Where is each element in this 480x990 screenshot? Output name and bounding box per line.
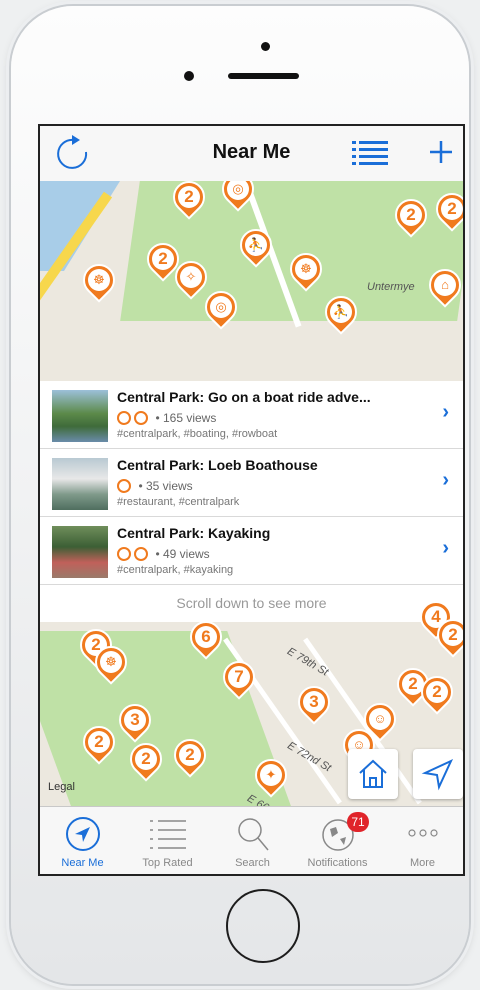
app-screen: Near Me Untermye 2 ◎ 2 2 2 ✧ ⛹ ☸ ☸ ⌂ ⛹ ◎ (38, 124, 465, 876)
front-camera (261, 42, 270, 51)
home-location-button[interactable] (348, 749, 398, 799)
earpiece-speaker (228, 73, 299, 79)
chevron-right-icon: › (442, 401, 449, 423)
navigation-arrow-icon (66, 817, 100, 851)
view-count: • 49 views (155, 546, 210, 561)
proximity-sensor (184, 71, 194, 81)
list-item[interactable]: Central Park: Kayaking • 49 views #centr… (40, 517, 463, 585)
map-label-untermyer: Untermye (367, 281, 415, 293)
tab-label: Near Me (61, 857, 104, 869)
locate-me-button[interactable] (413, 749, 463, 799)
home-button[interactable] (226, 889, 300, 963)
item-tags: #centralpark, #kayaking (117, 564, 234, 576)
house-icon (359, 759, 387, 788)
tab-label: Search (235, 857, 270, 869)
thumbnail-image (52, 458, 108, 510)
notification-badge: 71 (347, 812, 369, 832)
map-label-e72: E 72nd St (285, 739, 334, 775)
view-count: • 35 views (138, 478, 193, 493)
legal-link[interactable]: Legal (48, 781, 75, 793)
chevron-right-icon: › (442, 537, 449, 559)
navigation-bar: Near Me (40, 126, 463, 182)
list-icon (150, 820, 186, 849)
category-icon (117, 410, 131, 425)
tab-near-me[interactable]: Near Me (40, 807, 125, 874)
view-count: • 165 views (155, 410, 217, 425)
thumbnail-image (52, 526, 108, 578)
tab-label: Top Rated (142, 857, 193, 869)
item-meta: • 165 views (117, 409, 216, 425)
item-title: Central Park: Loeb Boathouse (117, 457, 318, 473)
item-meta: • 49 views (117, 545, 210, 561)
thumbnail-image (52, 390, 108, 442)
results-list: Central Park: Go on a boat ride adve... … (40, 381, 463, 622)
tab-label: More (409, 857, 436, 869)
tab-search[interactable]: Search (210, 807, 295, 874)
more-dots-icon (408, 829, 438, 837)
search-icon (238, 818, 269, 851)
item-title: Central Park: Go on a boat ride adve... (117, 389, 371, 405)
item-meta: • 35 views (117, 477, 193, 493)
list-view-icon[interactable] (352, 140, 388, 166)
tab-more[interactable]: More (380, 807, 463, 874)
category-icon (117, 478, 131, 493)
tab-label: Notifications (307, 857, 368, 869)
chevron-right-icon: › (442, 469, 449, 491)
item-tags: #centralpark, #boating, #rowboat (117, 428, 278, 440)
location-arrow-icon (421, 758, 454, 791)
map-pin[interactable]: 3 (291, 679, 337, 725)
tab-notifications[interactable]: 71 Notifications (295, 807, 380, 874)
page-title: Near Me (212, 141, 291, 163)
scroll-hint: Scroll down to see more (176, 595, 327, 611)
item-tags: #restaurant, #centralpark (117, 496, 240, 508)
map-pin[interactable]: ☸ (76, 257, 122, 303)
list-item[interactable]: Central Park: Loeb Boathouse • 35 views … (40, 449, 463, 517)
item-title: Central Park: Kayaking (117, 525, 271, 541)
category-icon (134, 546, 148, 561)
tab-bar: Near Me Top Rated Search 71 Notification… (40, 806, 463, 874)
category-icon (117, 546, 131, 561)
add-icon[interactable] (428, 139, 454, 165)
tab-top-rated[interactable]: Top Rated (125, 807, 210, 874)
map-view[interactable]: Untermye 2 ◎ 2 2 2 ✧ ⛹ ☸ ☸ ⌂ ⛹ ◎ Central… (40, 181, 463, 806)
category-icon (134, 410, 148, 425)
list-item[interactable]: Central Park: Go on a boat ride adve... … (40, 381, 463, 449)
